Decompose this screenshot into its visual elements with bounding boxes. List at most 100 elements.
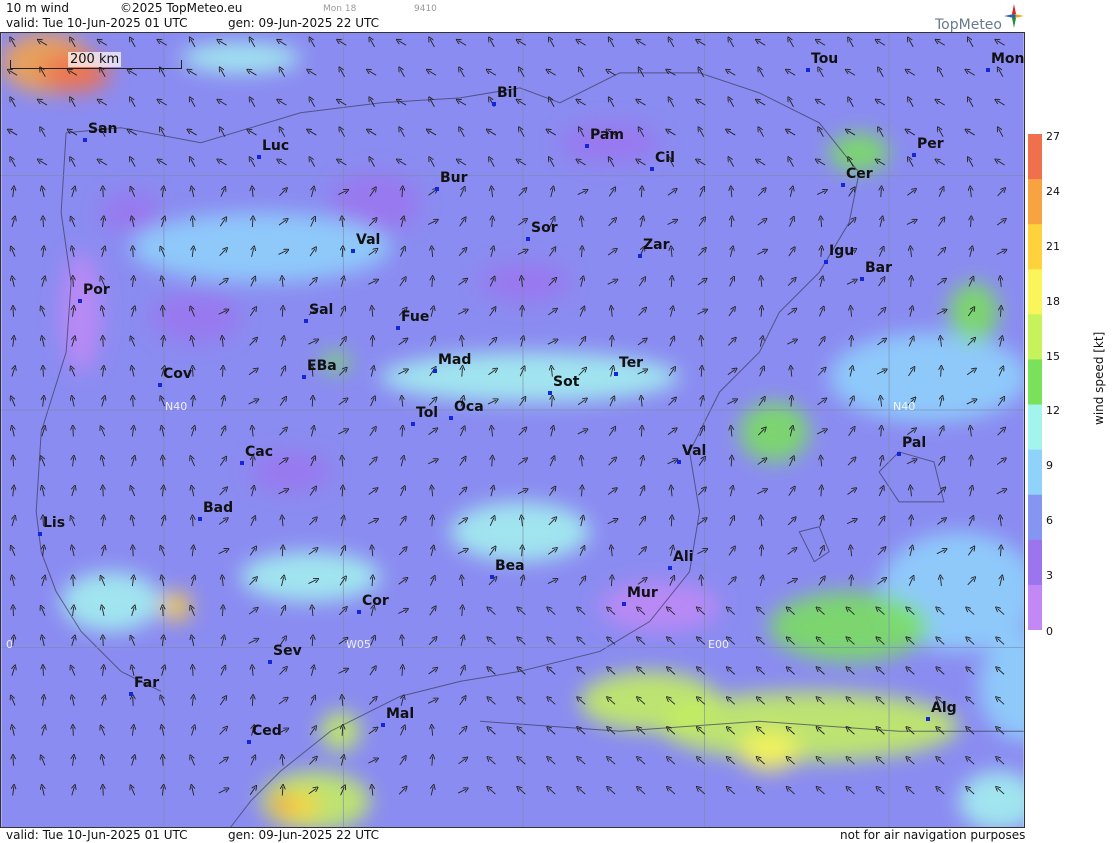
city-label: Cov — [163, 366, 193, 382]
city-marker — [897, 452, 901, 456]
city-marker — [668, 566, 672, 570]
city-label: Sor — [531, 220, 558, 236]
city-label: Per — [917, 136, 944, 152]
city-marker — [247, 740, 251, 744]
city-marker — [912, 153, 916, 157]
legend-tick-label: 27 — [1046, 130, 1060, 143]
city-label: Zar — [643, 237, 670, 253]
city-marker — [548, 391, 552, 395]
legend-swatch — [1028, 404, 1042, 451]
city-marker — [433, 369, 437, 373]
city-marker — [381, 723, 385, 727]
valid-time: valid: Tue 10-Jun-2025 01 UTC — [6, 16, 188, 30]
city-marker — [824, 260, 828, 264]
city-label: Pal — [902, 435, 927, 451]
city-marker — [351, 249, 355, 253]
city-marker — [806, 68, 810, 72]
city-label: Far — [134, 675, 160, 691]
city-marker — [926, 717, 930, 721]
city-label: Sot — [553, 374, 580, 390]
footer-valid: valid: Tue 10-Jun-2025 01 UTC — [6, 828, 188, 842]
legend-tick-label: 24 — [1046, 185, 1060, 198]
city-label: Cer — [846, 166, 873, 182]
city-marker — [585, 144, 589, 148]
lon-label-left: 0 — [6, 638, 13, 651]
legend-swatch — [1028, 449, 1042, 496]
city-marker — [268, 660, 272, 664]
lat-label-east: N40 — [893, 400, 916, 413]
city-marker — [83, 138, 87, 142]
city-marker — [492, 102, 496, 106]
legend-swatch — [1028, 494, 1042, 541]
lon-label-e00: E00 — [708, 638, 729, 651]
legend-swatch — [1028, 134, 1042, 180]
legend-tick-label: 9 — [1046, 459, 1053, 472]
compass-icon — [1004, 4, 1024, 28]
footer-gen: gen: 09-Jun-2025 22 UTC — [228, 828, 380, 842]
map-footer: valid: Tue 10-Jun-2025 01 UTC gen: 09-Ju… — [0, 828, 1025, 843]
city-marker — [240, 461, 244, 465]
city-label: Alg — [931, 700, 957, 716]
generated-time: gen: 09-Jun-2025 22 UTC — [228, 16, 380, 30]
city-marker — [860, 277, 864, 281]
city-label: Oca — [454, 399, 484, 415]
legend-swatch — [1028, 179, 1042, 225]
city-label: Por — [83, 282, 110, 298]
city-marker — [357, 610, 361, 614]
legend-title: wind speed [kt] — [1092, 331, 1106, 425]
city-label: Mal — [386, 706, 415, 722]
city-label: Mad — [438, 352, 472, 368]
city-label: Sev — [273, 643, 302, 659]
wind-map[interactable] — [0, 32, 1025, 828]
city-marker — [986, 68, 990, 72]
city-marker — [302, 375, 306, 379]
topmeteo-logo: TopMeteo — [932, 4, 1024, 33]
city-marker — [78, 299, 82, 303]
legend-tick-label: 12 — [1046, 404, 1060, 417]
city-label: Bar — [865, 260, 893, 276]
faint-label-1: Mon 18 — [323, 4, 357, 14]
city-label: Tol — [416, 405, 439, 421]
legend-swatch — [1028, 269, 1042, 315]
city-label: Cac — [245, 444, 274, 460]
city-label: Cil — [655, 150, 675, 166]
city-label: Fue — [401, 309, 430, 325]
city-marker — [304, 319, 308, 323]
footer-note: not for air navigation purposes — [840, 828, 1026, 842]
city-label: Igu — [829, 243, 855, 259]
legend-swatch — [1028, 359, 1042, 406]
city-marker — [526, 237, 530, 241]
product-title: 10 m wind — [6, 1, 69, 15]
legend-tick-label: 15 — [1046, 350, 1060, 363]
city-label: Bur — [440, 170, 468, 186]
city-marker — [622, 602, 626, 606]
city-label: Sal — [309, 302, 334, 318]
map-header: 10 m wind ©2025 TopMeteo.eu Mon 18 9410 … — [0, 0, 1025, 32]
city-marker — [158, 383, 162, 387]
city-marker — [411, 422, 415, 426]
city-marker — [396, 326, 400, 330]
city-label: Mon — [991, 51, 1025, 67]
city-label: Tou — [811, 51, 839, 67]
city-marker — [614, 372, 618, 376]
city-label: Lis — [43, 515, 66, 531]
legend-tick-label: 3 — [1046, 569, 1053, 582]
city-marker — [677, 460, 681, 464]
city-marker — [257, 155, 261, 159]
city-marker — [129, 692, 133, 696]
legend-swatch — [1028, 539, 1042, 586]
city-marker — [38, 532, 42, 536]
city-label: Ced — [252, 723, 282, 739]
scale-label: 200 km — [68, 52, 122, 67]
lon-label-w05: W05 — [346, 638, 371, 651]
city-label: San — [88, 121, 118, 137]
city-label: Bea — [495, 558, 525, 574]
city-label: Luc — [262, 138, 290, 154]
city-label: EBa — [307, 358, 337, 374]
city-marker — [198, 517, 202, 521]
logo-text: TopMeteo — [935, 17, 1002, 33]
city-label: Cor — [362, 593, 389, 609]
faint-label-2: 9410 — [414, 4, 437, 14]
city-marker — [638, 254, 642, 258]
city-marker — [490, 575, 494, 579]
